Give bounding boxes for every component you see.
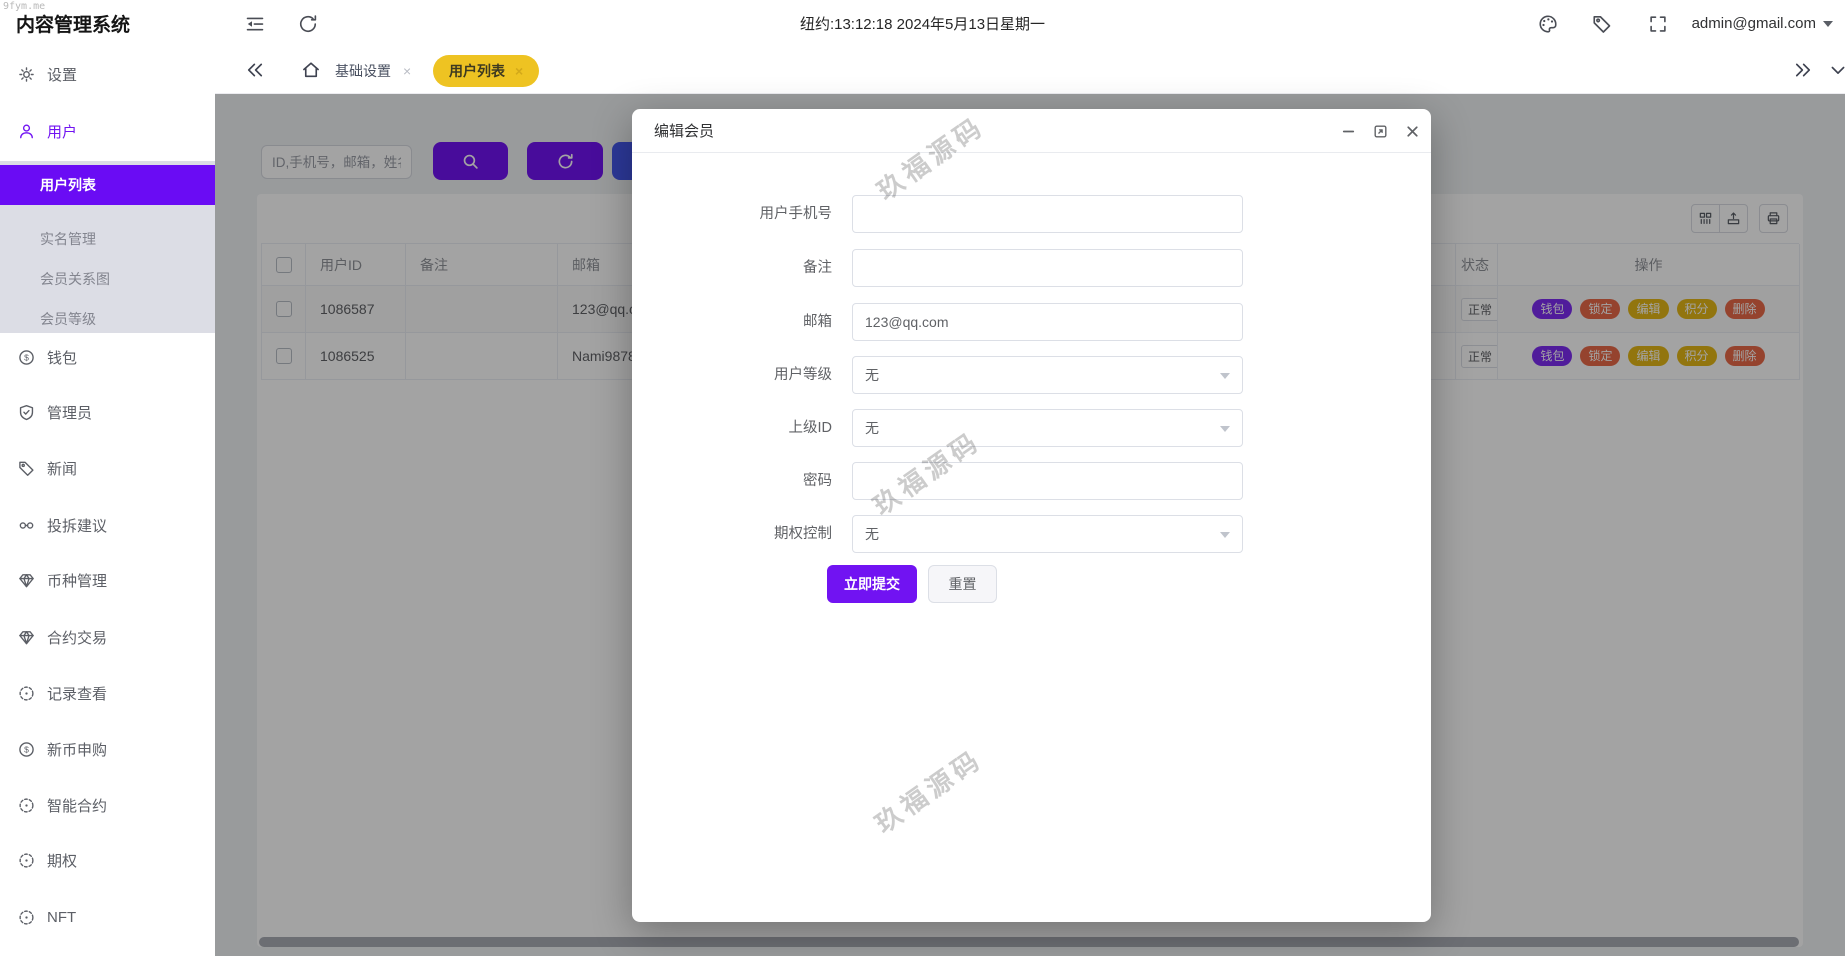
- sidebar-item-options[interactable]: 期权: [0, 848, 215, 872]
- double-chevron-right-icon[interactable]: [1793, 60, 1813, 80]
- tab-basic-settings[interactable]: 基础设置 ×: [335, 47, 411, 94]
- dialog-title: 编辑会员: [654, 120, 714, 141]
- sidebar-item-coin-management[interactable]: 币种管理: [0, 568, 215, 592]
- select-value: 无: [865, 524, 879, 544]
- remark-field[interactable]: [852, 249, 1243, 287]
- sidebar-item-label: 管理员: [47, 402, 92, 423]
- field-label-email: 邮箱: [672, 303, 832, 341]
- shield-check-icon: [18, 404, 35, 421]
- double-chevron-left-icon[interactable]: [245, 60, 265, 80]
- sidebar-item-new-coin[interactable]: $ 新币申购: [0, 737, 215, 761]
- caret-down-icon: [1220, 373, 1230, 379]
- caret-down-icon: [1220, 426, 1230, 432]
- edit-member-dialog: 玖福源码 玖福源码 玖福源码 编辑会员 用户手机号 备注 邮箱 用户等级 无 上…: [632, 109, 1431, 922]
- field-label-remark: 备注: [672, 249, 832, 287]
- reset-button[interactable]: 重置: [928, 565, 997, 603]
- app-logo: 内容管理系统: [16, 0, 130, 47]
- submenu-item-user-list[interactable]: 用户列表: [0, 165, 215, 205]
- user-level-select[interactable]: 无: [852, 356, 1243, 394]
- sidebar-item-label: 期权: [47, 850, 77, 871]
- tab-label: 基础设置: [335, 61, 391, 81]
- field-label-phone: 用户手机号: [672, 195, 832, 233]
- sidebar-item-settings[interactable]: 设置: [0, 62, 215, 86]
- home-icon[interactable]: [301, 60, 321, 80]
- clock-dashed-icon: [18, 685, 35, 702]
- sidebar-item-nft[interactable]: NFT: [0, 905, 215, 929]
- field-label-option-control: 期权控制: [672, 515, 832, 553]
- tag-icon[interactable]: [1592, 14, 1612, 34]
- clock-dashed-icon: [18, 852, 35, 869]
- sidebar-item-contract-trading[interactable]: 合约交易: [0, 625, 215, 649]
- submit-button[interactable]: 立即提交: [827, 565, 917, 603]
- svg-text:$: $: [24, 352, 29, 362]
- field-label-parent-id: 上级ID: [672, 409, 832, 447]
- dollar-circle-icon: $: [18, 741, 35, 758]
- sidebar: 设置 用户 用户列表 实名管理 会员关系图 会员等级 $ 钱包 管理员 新闻 投…: [0, 47, 215, 956]
- tab-label: 用户列表: [449, 61, 505, 81]
- diamond-icon: [18, 629, 35, 646]
- sidebar-item-label: 智能合约: [47, 795, 107, 816]
- account-email: admin@gmail.com: [1692, 15, 1816, 32]
- sidebar-item-label: 合约交易: [47, 627, 107, 648]
- account-menu[interactable]: admin@gmail.com: [1692, 0, 1833, 47]
- minimize-icon[interactable]: [1340, 123, 1357, 140]
- sidebar-item-feedback[interactable]: 投拆建议: [0, 513, 215, 537]
- collapse-menu-icon[interactable]: [245, 14, 265, 34]
- sidebar-item-label: 用户: [47, 121, 77, 142]
- option-control-select[interactable]: 无: [852, 515, 1243, 553]
- gear-icon: [18, 66, 35, 83]
- password-field[interactable]: [852, 462, 1243, 500]
- sidebar-item-label: 设置: [47, 64, 77, 85]
- svg-text:$: $: [24, 744, 29, 754]
- dialog-header: 编辑会员: [632, 109, 1431, 153]
- sidebar-item-label: 记录查看: [47, 683, 107, 704]
- fullscreen-icon[interactable]: [1648, 14, 1668, 34]
- sidebar-item-admins[interactable]: 管理员: [0, 400, 215, 424]
- sidebar-item-news[interactable]: 新闻: [0, 456, 215, 480]
- submenu-item-realname[interactable]: 实名管理: [0, 219, 215, 259]
- submenu-item-member-level[interactable]: 会员等级: [0, 299, 215, 339]
- phone-field[interactable]: [852, 195, 1243, 233]
- tag-icon: [18, 460, 35, 477]
- close-icon[interactable]: ×: [403, 64, 411, 78]
- user-icon: [18, 123, 35, 140]
- field-label-user-level: 用户等级: [672, 356, 832, 394]
- tabbar: 基础设置 × 用户列表 ×: [215, 47, 1845, 94]
- submenu-item-relation-map[interactable]: 会员关系图: [0, 259, 215, 299]
- sidebar-item-label: 钱包: [47, 347, 77, 368]
- select-value: 无: [865, 418, 879, 438]
- sidebar-item-label: 币种管理: [47, 570, 107, 591]
- sidebar-item-wallet[interactable]: $ 钱包: [0, 345, 215, 369]
- email-field[interactable]: [852, 303, 1243, 341]
- palette-icon[interactable]: [1538, 14, 1558, 34]
- close-icon[interactable]: [1404, 123, 1421, 140]
- chevron-down-icon[interactable]: [1828, 60, 1845, 80]
- close-icon[interactable]: ×: [515, 64, 523, 78]
- diamond-icon: [18, 572, 35, 589]
- clock-dashed-icon: [18, 909, 35, 926]
- watermark-text: 玖福源码: [867, 739, 990, 840]
- sidebar-item-label: 投拆建议: [47, 515, 107, 536]
- sidebar-item-label: NFT: [47, 909, 76, 926]
- submenu-panel: 用户列表 实名管理 会员关系图 会员等级: [0, 161, 215, 333]
- clock-text: 纽约:13:12:18 2024年5月13日星期一: [0, 0, 1845, 47]
- sidebar-item-label: 新闻: [47, 458, 77, 479]
- select-value: 无: [865, 365, 879, 385]
- maximize-icon[interactable]: [1372, 123, 1389, 140]
- chevron-down-icon: [1823, 21, 1833, 27]
- sidebar-item-label: 新币申购: [47, 739, 107, 760]
- reload-icon[interactable]: [298, 14, 318, 34]
- parent-id-select[interactable]: 无: [852, 409, 1243, 447]
- clock-dashed-icon: [18, 797, 35, 814]
- dollar-circle-icon: $: [18, 349, 35, 366]
- sidebar-item-records[interactable]: 记录查看: [0, 681, 215, 705]
- caret-down-icon: [1220, 532, 1230, 538]
- tab-user-list[interactable]: 用户列表 ×: [433, 55, 539, 87]
- field-label-password: 密码: [672, 462, 832, 500]
- sidebar-item-smart-contract[interactable]: 智能合约: [0, 793, 215, 817]
- sidebar-item-users[interactable]: 用户: [0, 119, 215, 143]
- link-icon: [18, 517, 35, 534]
- topbar: 9fym.me 内容管理系统 纽约:13:12:18 2024年5月13日星期一…: [0, 0, 1845, 47]
